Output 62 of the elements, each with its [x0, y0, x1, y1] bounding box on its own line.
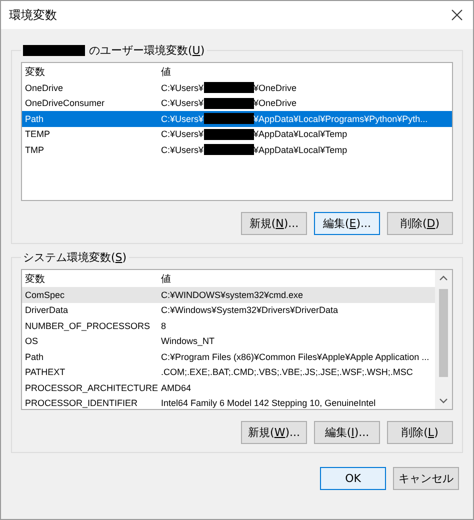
scroll-up-icon[interactable] [439, 274, 448, 283]
value-text: ¥AppData¥Local¥Temp [254, 129, 348, 140]
value-text: 8 [161, 320, 166, 331]
value-text: .COM;.EXE;.BAT;.CMD;.VBS;.VBE;.JS;.JSE;.WSF;.WSH;.MSC [161, 367, 413, 378]
value-text: C:¥Users¥ [161, 82, 204, 93]
variable-name: OneDrive [25, 82, 64, 93]
value-text: C:¥Users¥ [161, 114, 204, 124]
group-label: システム環境変数(S) [23, 250, 127, 265]
list-row[interactable]: Path C:¥Program Files (x86)¥Common Files¥Apple¥Apple Application ... [22, 349, 435, 364]
scrollbar[interactable] [435, 270, 452, 409]
variable-name: OS [25, 336, 40, 346]
variable-name: ComSpec [25, 290, 66, 300]
list-row[interactable]: NUMBER_OF_PROCESSORS 8 [22, 318, 435, 334]
value-text: C:¥Windows¥System32¥Drivers¥DriverData [161, 305, 338, 316]
action-button[interactable]: 削除(D) [387, 212, 453, 235]
list-row[interactable]: PROCESSOR_IDENTIFIER Intel64 Family 6 Model 142 Stepping 10, GenuineIntel [22, 396, 435, 411]
variable-name: PROCESSOR_IDENTIFIER [25, 398, 139, 408]
value-text: C:¥Users¥ [161, 129, 204, 140]
list-row[interactable]: TMP C:¥Users¥ ¥AppData¥Local¥Temp [22, 142, 452, 158]
column-header[interactable]: 変数 [25, 64, 161, 78]
list-row[interactable]: PATHEXT .COM;.EXE;.BAT;.CMD;.VBS;.VBE;.JS;.JSE;.WSF;.WSH;.MSC [22, 364, 435, 380]
scroll-down-icon[interactable] [439, 396, 448, 405]
list-row[interactable]: OneDrive C:¥Users¥ ¥OneDrive [22, 80, 452, 96]
value-text: C:¥Program Files (x86)¥Common Files¥Apple¥Apple Application ... [161, 352, 430, 362]
value-text: Intel64 Family 6 Model 142 Stepping 10, GenuineIntel [161, 398, 376, 408]
variable-name: TEMP [25, 129, 52, 140]
value-text: ¥AppData¥Local¥Temp [254, 144, 348, 155]
value-text: ¥OneDrive [254, 82, 297, 93]
list-row[interactable]: OS Windows_NT [22, 334, 435, 349]
variable-name: DriverData [25, 305, 70, 316]
action-button[interactable]: 削除(L) [387, 421, 453, 444]
column-header[interactable]: 変数 [25, 272, 161, 286]
action-button[interactable]: 編集(I)... [314, 421, 380, 444]
action-button[interactable]: 新規(N)... [241, 212, 307, 235]
variable-name: Path [25, 352, 45, 362]
dialog-button[interactable]: キャンセル [393, 467, 459, 490]
list-row[interactable]: PROCESSOR_ARCHITECTURE AMD64 [22, 380, 435, 396]
value-text: ¥OneDrive [254, 98, 297, 108]
close-icon[interactable] [451, 9, 463, 21]
value-text: C:¥Users¥ [161, 144, 204, 155]
dialog-button[interactable]: OK [320, 467, 386, 490]
variable-name: PROCESSOR_ARCHITECTURE [25, 382, 160, 393]
variable-name: TMP [25, 144, 45, 155]
value-text: AMD64 [161, 382, 192, 393]
variable-name: NUMBER_OF_PROCESSORS [25, 320, 152, 331]
list-row[interactable]: OneDriveConsumer C:¥Users¥ ¥OneDrive [22, 96, 452, 111]
list-row[interactable]: DriverData C:¥Windows¥System32¥Drivers¥DriverData [22, 302, 435, 318]
column-header[interactable]: 値 [161, 272, 435, 286]
value-text: C:¥Users¥ [161, 98, 204, 108]
variable-name: OneDriveConsumer [25, 98, 106, 108]
action-button[interactable]: 新規(W)... [241, 421, 307, 444]
value-text: Windows_NT [161, 336, 215, 346]
window-title: 環境変数 [9, 6, 57, 24]
variable-name: PATHEXT [25, 367, 66, 378]
variable-name: Path [25, 114, 45, 124]
group-label: のユーザー環境変数(U) [89, 43, 205, 58]
value-text: C:¥WINDOWS¥system32¥cmd.exe [161, 290, 304, 300]
list-row[interactable]: TEMP C:¥Users¥ ¥AppData¥Local¥Temp [22, 126, 452, 142]
column-header[interactable]: 値 [161, 64, 452, 78]
scroll-thumb[interactable] [439, 289, 448, 377]
list-row[interactable]: ComSpec C:¥WINDOWS¥system32¥cmd.exe [22, 287, 435, 302]
action-button[interactable]: 編集(E)... [314, 212, 380, 235]
